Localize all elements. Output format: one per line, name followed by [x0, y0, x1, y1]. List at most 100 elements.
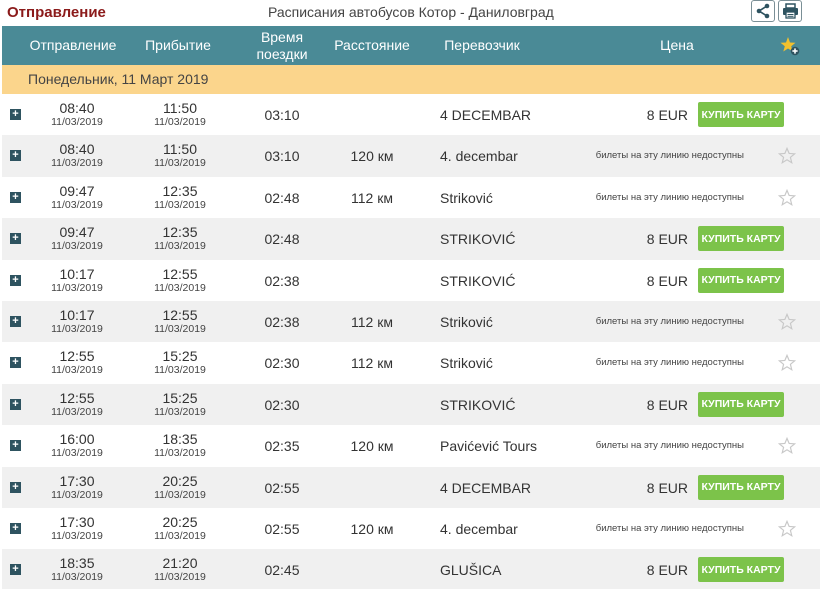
departure-time: 08:40: [59, 141, 95, 158]
departure-time: 10:17: [59, 306, 95, 323]
arrival-date: 11/03/2019: [154, 281, 206, 294]
star-outline-icon[interactable]: [777, 436, 797, 460]
page-title: Расписания автобусов Котор - Даниловград: [268, 4, 554, 20]
star-outline-icon[interactable]: [777, 147, 797, 170]
departure-time: 10:17: [59, 265, 95, 282]
trip-duration: 02:30: [264, 396, 300, 413]
expand-icon[interactable]: +: [10, 398, 21, 410]
expand-icon[interactable]: +: [10, 357, 21, 369]
arrival-time: 12:35: [162, 182, 198, 199]
ticket-price: 8 EUR: [646, 107, 688, 123]
unavailable-notice: билеты на эту линию недоступны: [595, 315, 744, 327]
expand-icon[interactable]: +: [10, 440, 21, 452]
trip-distance: 112 км: [351, 189, 393, 206]
carrier-name: 4. decembar: [440, 148, 518, 165]
column-duration-line2: поездки: [256, 45, 308, 62]
carrier-name: 4 DECEMBAR: [440, 107, 532, 123]
unavailable-notice: билеты на эту линию недоступны: [595, 522, 744, 534]
print-button[interactable]: [778, 0, 802, 22]
table-row: +16:00 11/03/2019 18:35 11/03/2019 02:35 120 …: [2, 425, 820, 466]
carrier-name: 4 DECEMBAR: [440, 479, 532, 496]
departure-date: 11/03/2019: [51, 571, 103, 584]
star-outline-icon[interactable]: [777, 519, 797, 543]
buy-ticket-button[interactable]: КУПИТЬ КАРТУ: [698, 267, 784, 293]
expand-icon[interactable]: +: [10, 233, 21, 245]
departure-date: 11/03/2019: [51, 116, 103, 128]
column-arrival[interactable]: Прибытие: [128, 26, 228, 65]
buy-ticket-button[interactable]: КУПИТЬ КАРТУ: [698, 474, 784, 500]
expand-icon[interactable]: +: [10, 150, 21, 162]
buy-ticket-button[interactable]: КУПИТЬ КАРТУ: [698, 391, 784, 417]
trip-duration: 02:38: [264, 272, 300, 289]
column-duration-line1: Время: [260, 28, 304, 45]
unavailable-notice: билеты на эту линию недоступны: [595, 150, 744, 162]
expand-icon[interactable]: +: [10, 274, 21, 286]
trip-duration: 03:10: [264, 148, 300, 165]
buy-ticket-button[interactable]: КУПИТЬ КАРТУ: [698, 557, 784, 583]
table-row: +12:55 11/03/2019 15:25 11/03/2019 02:30 112 …: [2, 342, 820, 383]
departure-date: 11/03/2019: [51, 447, 103, 460]
unavailable-notice: билеты на эту линию недоступны: [595, 440, 744, 452]
arrival-date: 11/03/2019: [154, 198, 206, 211]
buy-ticket-button[interactable]: КУПИТЬ КАРТУ: [698, 226, 784, 252]
column-carrier[interactable]: Перевозчик: [434, 26, 530, 65]
arrival-time: 12:35: [162, 224, 198, 241]
share-icon: [756, 3, 770, 19]
table-row: +10:17 11/03/2019 12:55 11/03/2019 02:38 112 …: [2, 300, 820, 343]
arrival-date: 11/03/2019: [154, 405, 206, 418]
star-plus-icon[interactable]: [780, 36, 800, 56]
trip-duration: 02:48: [264, 231, 300, 248]
buy-ticket-button[interactable]: КУПИТЬ КАРТУ: [698, 102, 784, 127]
arrival-date: 11/03/2019: [154, 157, 206, 170]
star-outline-icon[interactable]: [777, 354, 797, 377]
table-row: +10:17 11/03/2019 12:55 11/03/2019 02:38 STRI…: [2, 260, 820, 301]
trip-distance: 112 км: [351, 313, 393, 330]
column-duration[interactable]: Время поездки: [242, 26, 322, 65]
ticket-price: 8 EUR: [646, 396, 688, 413]
page-brand: Отправление: [7, 4, 106, 21]
arrival-time: 20:25: [162, 513, 198, 530]
star-outline-icon[interactable]: [777, 312, 797, 336]
trip-distance: 120 км: [350, 148, 394, 165]
column-price[interactable]: Цена: [632, 26, 722, 65]
table-row: +08:40 11/03/2019 11:50 11/03/2019 03:10 120 …: [2, 135, 820, 177]
carrier-name: STRIKOVIĆ: [440, 272, 516, 289]
expand-icon[interactable]: +: [10, 522, 21, 534]
arrival-time: 12:55: [162, 306, 198, 323]
expand-icon[interactable]: +: [10, 481, 21, 493]
arrival-time: 15:25: [162, 348, 198, 365]
arrival-time: 15:25: [162, 389, 198, 406]
trip-distance: 120 км: [350, 520, 394, 537]
carrier-name: STRIKOVIĆ: [440, 396, 516, 413]
column-distance[interactable]: Расстояние: [324, 26, 420, 65]
star-outline-icon[interactable]: [777, 188, 797, 212]
ticket-price: 8 EUR: [646, 272, 688, 289]
departure-time: 08:40: [59, 100, 95, 116]
table-header: Отправление Прибытие Время поездки Расст…: [2, 26, 820, 65]
departure-date: 11/03/2019: [51, 405, 103, 418]
trip-duration: 02:38: [264, 313, 300, 330]
expand-icon[interactable]: +: [10, 109, 21, 120]
arrival-date: 11/03/2019: [154, 364, 206, 377]
carrier-name: GLUŠICA: [440, 562, 502, 579]
table-row: +09:47 11/03/2019 12:35 11/03/2019 02:48 112 …: [2, 177, 820, 218]
trip-duration: 02:55: [264, 520, 300, 537]
ticket-price: 8 EUR: [646, 231, 688, 248]
column-departure[interactable]: Отправление: [20, 26, 126, 65]
departure-time: 12:55: [59, 389, 95, 406]
carrier-name: Pavićević Tours: [440, 438, 538, 455]
departure-time: 18:35: [59, 555, 95, 572]
departure-date: 11/03/2019: [51, 488, 103, 501]
trip-duration: 02:55: [264, 479, 300, 496]
top-bar: Отправление Расписания автобусов Котор -…: [0, 0, 820, 26]
carrier-name: Striković: [440, 355, 493, 372]
expand-icon[interactable]: +: [10, 191, 21, 203]
expand-icon[interactable]: +: [10, 315, 21, 327]
trip-distance: 112 км: [351, 355, 393, 372]
arrival-date: 11/03/2019: [154, 322, 206, 335]
expand-icon[interactable]: +: [10, 564, 21, 576]
departure-date: 11/03/2019: [51, 364, 103, 377]
share-button[interactable]: [751, 0, 775, 22]
unavailable-notice: билеты на эту линию недоступны: [595, 357, 744, 369]
date-band-label: Понедельник, 11 Март 2019: [28, 71, 209, 87]
